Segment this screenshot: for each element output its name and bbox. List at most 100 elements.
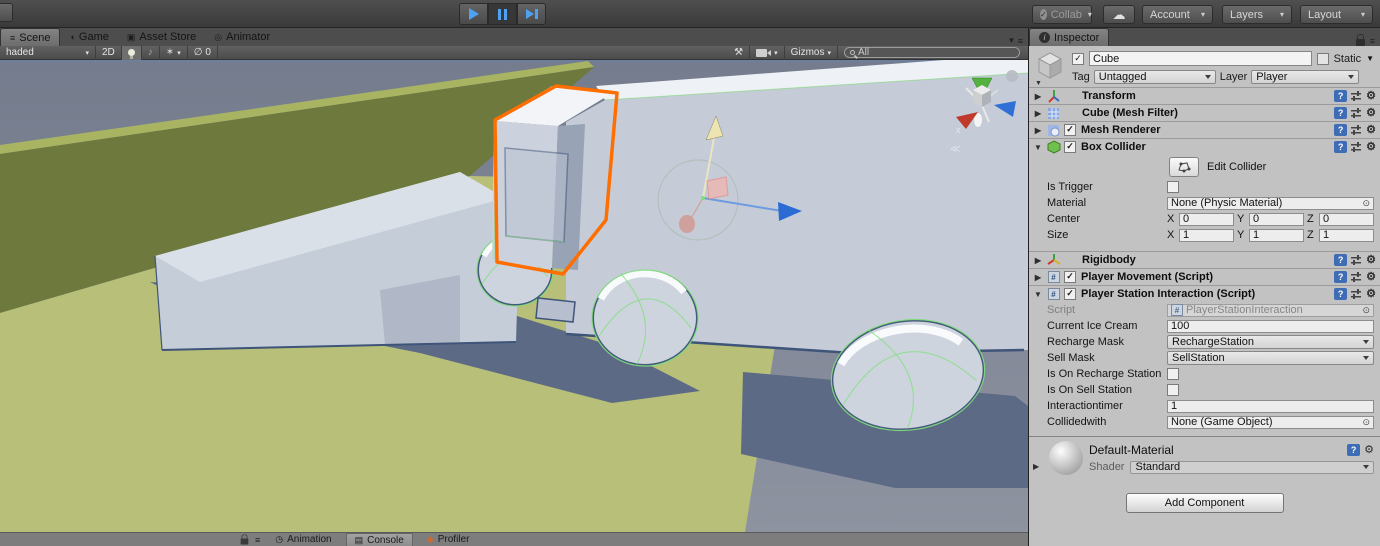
object-picker-icon[interactable]: ⊙ [1362,417,1370,427]
step-button[interactable] [517,3,546,25]
foldout-icon[interactable]: ▶ [1033,256,1043,265]
material-sphere-preview[interactable] [1049,441,1083,475]
is-on-recharge-checkbox[interactable] [1167,368,1179,380]
interaction-timer-field[interactable]: 1 [1167,399,1374,413]
component-checkbox[interactable]: ✓ [1064,124,1076,136]
tab-scene[interactable]: ≡ Scene [0,28,61,46]
foldout-icon[interactable]: ▶ [1033,109,1043,118]
scene-camera-button[interactable]: ▾ [750,45,785,60]
help-icon[interactable]: ? [1334,124,1348,136]
persp-indicator[interactable]: ≪ [950,144,960,155]
pane-hamburger-icon[interactable]: ≡ [1018,36,1023,46]
pane-menu-icon[interactable]: ▾ [1009,35,1013,46]
help-icon[interactable]: ? [1334,90,1348,102]
shading-mode-dropdown[interactable]: haded ▾ [0,45,96,60]
2d-toggle-button[interactable]: 2D [96,45,122,60]
foldout-icon[interactable]: ▶ [1033,462,1043,475]
preset-icon[interactable] [1351,125,1363,135]
pane-menu-icon[interactable]: ≡ [255,535,260,545]
size-y-field[interactable]: 1 [1249,228,1304,242]
physic-material-field[interactable]: None (Physic Material) ⊙ [1167,196,1374,210]
help-icon[interactable]: ? [1334,288,1348,300]
collided-with-field[interactable]: None (Game Object) ⊙ [1167,415,1374,429]
component-header-mesh-filter[interactable]: ▶ Cube (Mesh Filter) ? ⚙ [1029,104,1380,121]
gear-icon[interactable]: ⚙ [1364,444,1374,456]
preset-icon[interactable] [1351,272,1363,282]
preset-icon[interactable] [1351,255,1363,265]
gizmo-plane-handle[interactable] [706,176,729,200]
foldout-icon[interactable]: ▼ [1033,290,1043,299]
component-checkbox[interactable]: ✓ [1064,141,1076,153]
pane-menu-icon[interactable]: ≡ [1370,36,1375,46]
help-icon[interactable]: ? [1334,271,1348,283]
current-ice-cream-field[interactable]: 100 [1167,319,1374,333]
help-icon[interactable]: ? [1334,141,1348,153]
center-z-field[interactable]: 0 [1319,212,1374,226]
lock-icon[interactable] [240,533,249,544]
component-checkbox[interactable]: ✓ [1064,271,1076,283]
center-x-field[interactable]: 0 [1179,212,1234,226]
layout-dropdown[interactable]: Layout ▾ [1300,5,1373,24]
scene-tools-button[interactable]: ⚒ [728,45,751,60]
component-header-rigidbody[interactable]: ▶ Rigidbody ? ⚙ [1029,251,1380,268]
component-checkbox[interactable]: ✓ [1064,288,1076,300]
scene-viewport[interactable]: x ≪ [0,60,1029,532]
shader-dropdown[interactable]: Standard [1130,460,1374,474]
static-checkbox[interactable] [1316,52,1329,65]
size-x-field[interactable]: 1 [1179,228,1234,242]
preset-icon[interactable] [1351,91,1363,101]
tab-game[interactable]: ◖ Game [60,28,117,46]
recharge-mask-dropdown[interactable]: RechargeStation [1167,335,1374,349]
help-icon[interactable]: ? [1334,254,1348,266]
tag-dropdown[interactable]: Untagged [1093,70,1216,84]
audio-toggle-button[interactable]: ♪ [142,45,160,60]
help-icon[interactable]: ? [1347,444,1361,456]
size-z-field[interactable]: 1 [1319,228,1374,242]
gear-icon[interactable]: ⚙ [1366,288,1376,300]
lock-icon[interactable] [1355,34,1365,46]
tab-inspector[interactable]: i Inspector [1029,28,1110,46]
pause-button[interactable] [488,3,517,25]
tab-animator[interactable]: ◎ Animator [205,28,279,46]
scene-search-input[interactable]: All [844,47,1020,58]
transform-tool-button[interactable] [0,3,13,22]
active-checkbox[interactable]: ✓ [1072,52,1084,65]
account-dropdown[interactable]: Account ▾ [1142,5,1213,24]
script-field[interactable]: # PlayerStationInteraction ⊙ [1167,303,1374,317]
center-y-field[interactable]: 0 [1249,212,1304,226]
gear-icon[interactable]: ⚙ [1366,271,1376,283]
gear-icon[interactable]: ⚙ [1366,90,1376,102]
add-component-button[interactable]: Add Component [1125,493,1284,513]
gear-icon[interactable]: ⚙ [1366,124,1376,136]
gizmos-dropdown[interactable]: Gizmos ▾ [785,45,838,60]
static-dropdown-icon[interactable]: ▼ [1366,54,1374,63]
gear-icon[interactable]: ⚙ [1366,254,1376,266]
gizmo-z-arrow[interactable] [679,215,695,233]
gear-icon[interactable]: ⚙ [1366,107,1376,119]
component-header-box-collider[interactable]: ▼ ✓ Box Collider ? ⚙ [1029,138,1380,155]
icon-dropdown[interactable]: ▼ [1035,80,1042,87]
tab-profiler[interactable]: ◆ Profiler [419,533,478,546]
object-picker-icon[interactable]: ⊙ [1362,198,1370,208]
cloud-button[interactable]: ☁ [1103,5,1135,24]
layers-dropdown[interactable]: Layers ▾ [1222,5,1292,24]
preset-icon[interactable] [1351,289,1363,299]
component-header-player-movement[interactable]: ▶ # ✓ Player Movement (Script) ? ⚙ [1029,268,1380,285]
foldout-icon[interactable]: ▶ [1033,273,1043,282]
name-field[interactable]: Cube [1089,51,1312,66]
component-header-mesh-renderer[interactable]: ▶ ✓ Mesh Renderer ? ⚙ [1029,121,1380,138]
gear-icon[interactable]: ⚙ [1366,141,1376,153]
collab-button[interactable]: ✓ Collab ▾ [1032,5,1092,24]
preset-icon[interactable] [1351,108,1363,118]
is-on-sell-checkbox[interactable] [1167,384,1179,396]
lighting-toggle-button[interactable] [121,45,142,60]
is-trigger-checkbox[interactable] [1167,181,1179,193]
foldout-icon[interactable]: ▶ [1033,126,1043,135]
edit-collider-button[interactable] [1169,157,1199,177]
tab-asset-store[interactable]: ▣ Asset Store [118,28,205,46]
play-button[interactable] [459,3,488,25]
layer-dropdown[interactable]: Player [1251,70,1360,84]
component-header-transform[interactable]: ▶ Transform ? ⚙ [1029,87,1380,104]
tab-animation[interactable]: ◷ Animation [267,533,339,546]
preset-icon[interactable] [1351,142,1363,152]
